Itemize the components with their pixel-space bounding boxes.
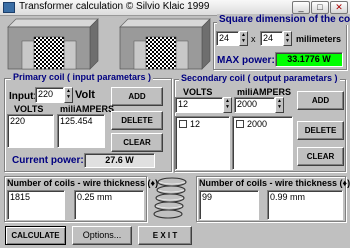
core-dim-b-input[interactable]: 24 [260,31,283,46]
core-section-title: Square dimension of the core [217,14,350,25]
checkbox[interactable] [179,120,187,128]
options-button[interactable]: Options... [72,226,132,245]
current-power-value: 27.6 W [84,153,155,168]
core-e-shape-left [7,18,99,70]
input-voltage-spinner[interactable]: ▲ ▼ [64,87,73,103]
max-power-value: 33.1776 W [275,52,343,67]
coil-spring-icon [153,177,187,219]
minimize-icon: _ [298,2,304,12]
primary-volts-list[interactable]: 220 [7,114,54,148]
secondary-clear-button[interactable]: CLEAR [297,147,344,166]
list-item[interactable]: 12 [176,117,229,131]
input-voltage-field[interactable]: 220 [35,87,64,103]
secondary-volts-input[interactable]: 12 [175,97,223,113]
secondary-add-button[interactable]: ADD [297,91,344,110]
core-dim-a-input[interactable]: 24 [216,31,239,46]
primary-turns-output: 1815 [7,190,65,220]
secondary-volts-item: 12 [190,119,201,129]
list-item[interactable]: 2000 [233,117,292,131]
calculate-button[interactable]: CALCULATE [5,226,66,245]
input-label: Input: [9,91,37,102]
maximize-icon: □ [317,2,323,12]
checkbox[interactable] [236,120,244,128]
secondary-volts-list[interactable]: 12 [175,116,230,170]
spin-down-icon[interactable]: ▼ [276,104,283,110]
exit-button[interactable]: E X I T [138,226,192,245]
secondary-turns-output: 99 [199,190,259,220]
current-power-label: Current power: [12,155,84,166]
primary-wire-output: 0.25 mm [74,190,144,220]
core-dim-a-spinner[interactable]: ▲ ▼ [239,31,248,46]
max-power-label: MAX power: [217,55,275,66]
close-icon: ✕ [335,2,343,12]
primary-volts-header: VOLTS [14,104,44,114]
secondary-delete-button[interactable]: DELETE [297,121,344,140]
secondary-volts-header: VOLTS [183,87,213,97]
primary-add-button[interactable]: ADD [111,87,163,106]
app-icon [3,2,15,13]
spin-down-icon[interactable]: ▼ [240,38,247,44]
window-title: Transformer calculation © Silvio Klaic 1… [19,1,210,12]
minimize-button[interactable]: _ [292,1,310,14]
secondary-amps-item: 2000 [247,119,268,129]
spin-down-icon[interactable]: ▼ [284,38,291,44]
secondary-amps-spinner[interactable]: ▲ ▼ [275,97,284,113]
secondary-amps-input[interactable]: 2000 [234,97,275,113]
spin-down-icon[interactable]: ▼ [65,94,72,100]
secondary-wire-output: 0.99 mm [267,190,343,220]
primary-amps-header: miliAMPERS [60,104,115,114]
primary-coils-header: Number of coils - wire thickness (♦) [7,178,159,188]
secondary-volts-spinner[interactable]: ▲ ▼ [223,97,232,113]
secondary-amps-list[interactable]: 2000 [232,116,293,170]
primary-amps-list[interactable]: 125.454 [57,114,105,148]
secondary-coils-header: Number of coils - wire thickness (♦) [199,178,350,188]
primary-section-title: Primary coil ( input parametars ) [11,72,154,82]
spin-down-icon[interactable]: ▼ [224,104,231,110]
core-dim-b-spinner[interactable]: ▲ ▼ [283,31,292,46]
input-unit-label: Volt [75,89,95,101]
primary-clear-button[interactable]: CLEAR [111,133,163,152]
transformer-core-illustration [7,18,211,70]
close-button[interactable]: ✕ [330,1,348,14]
dimension-x-label: x [251,34,256,44]
maximize-button[interactable]: □ [311,1,329,14]
secondary-section-title: Secondary coil ( output parametars ) [179,73,340,83]
dimension-unit-label: milimeters [296,34,342,44]
secondary-amps-header: miliAMPERS [237,87,292,97]
primary-delete-button[interactable]: DELETE [111,111,163,130]
core-e-shape-right [119,18,211,70]
